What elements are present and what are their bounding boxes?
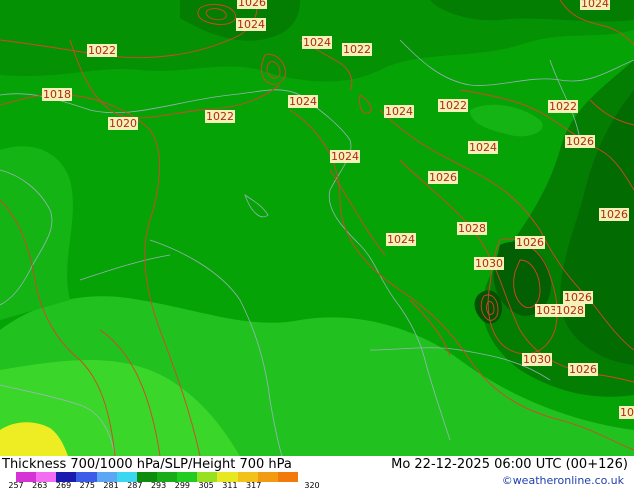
scale-tick-label: 311 <box>222 481 238 490</box>
isobar-label-1022: 1022 <box>87 44 117 57</box>
isobar-label-1022: 1022 <box>205 110 235 123</box>
isobar-label-1022: 1022 <box>548 100 578 113</box>
isobar-label-1026: 1026 <box>237 0 267 9</box>
isobar-label-1024: 1024 <box>468 141 498 154</box>
isobar-label-1028: 1028 <box>555 304 585 317</box>
scale-tick-label: 317 <box>246 481 262 490</box>
isobar-label-1026: 1026 <box>565 135 595 148</box>
scale-tick-label: 320 <box>304 481 320 490</box>
isobar-label-1024: 1024 <box>386 233 416 246</box>
isobar-label-1026: 1026 <box>515 236 545 249</box>
isobar-label-1026: 1026 <box>428 171 458 184</box>
scale-tick-label: 275 <box>79 481 95 490</box>
isobar-label-1026: 1026 <box>599 208 629 221</box>
scale-tick-label: 257 <box>8 481 24 490</box>
scale-tick-label: 299 <box>174 481 191 490</box>
isobar-label-1024: 1024 <box>580 0 610 10</box>
isobar-label-1022: 1022 <box>438 99 468 112</box>
scale-tick-label: 263 <box>32 481 48 490</box>
isobar-label-1030: 1030 <box>522 353 552 366</box>
isobar-label-1020: 1020 <box>108 117 138 130</box>
isobar-label-1024: 1024 <box>236 18 266 31</box>
scale-tick-label: 281 <box>103 481 119 490</box>
credit-text: ©weatheronline.co.uk <box>501 474 624 487</box>
map-footer: Thickness 700/1000 hPa/SLP/Height 700 hP… <box>0 456 634 490</box>
scale-tick-label: 293 <box>150 481 167 490</box>
scale-swatch <box>277 472 298 482</box>
thickness-field <box>0 0 634 456</box>
forecast-datetime: Mo 22-12-2025 06:00 UTC (00+126) <box>391 457 628 472</box>
isobar-label-1026: 1026 <box>563 291 593 304</box>
isobar-label-1024: 1024 <box>302 36 332 49</box>
isobar-label-1024: 1024 <box>330 150 360 163</box>
isobar-label-1026: 1026 <box>568 363 598 376</box>
scale-tick-label: 287 <box>127 481 143 490</box>
map-title: Thickness 700/1000 hPa/SLP/Height 700 hP… <box>2 457 292 472</box>
isobar-label-1024: 1024 <box>288 95 318 108</box>
isobar-label-1028: 1028 <box>457 222 487 235</box>
scale-tick-label: 269 <box>55 481 72 490</box>
isobar-label-edge: 10 <box>619 406 634 419</box>
isobar-label-1018: 1018 <box>42 88 72 101</box>
isobar-label-1024: 1024 <box>384 105 414 118</box>
isobar-label-1022: 1022 <box>342 43 372 56</box>
weather-map: 1026 1024 1024 1022 1024 1022 1018 1024 … <box>0 0 634 456</box>
scale-tick-label: 305 <box>198 481 214 490</box>
isobar-label-1030: 1030 <box>474 257 504 270</box>
